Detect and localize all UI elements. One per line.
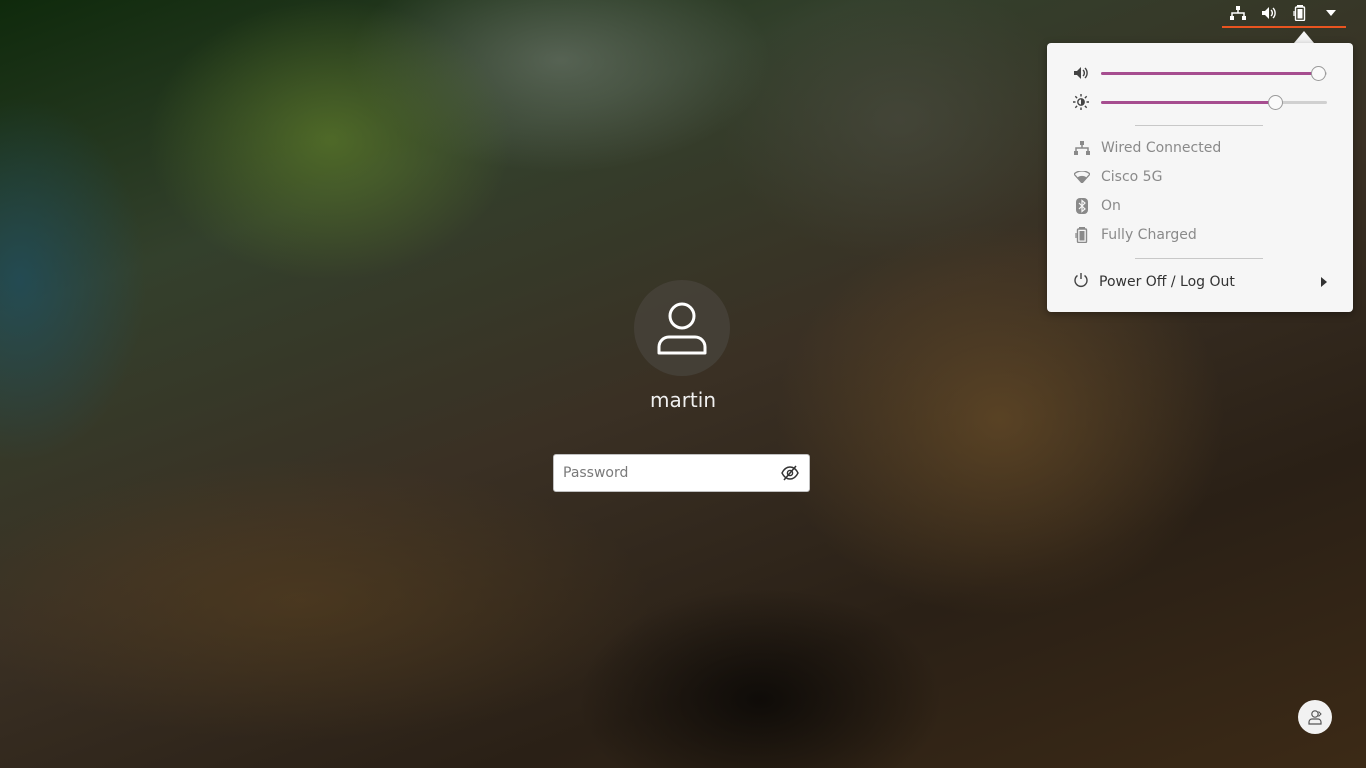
- show-password-icon[interactable]: [781, 465, 799, 481]
- switch-user-button[interactable]: [1298, 700, 1332, 734]
- volume-slider-row: [1073, 63, 1328, 83]
- menu-separator: [1135, 258, 1263, 259]
- password-input[interactable]: [563, 463, 773, 483]
- menu-separator: [1135, 125, 1263, 126]
- brightness-icon: [1073, 94, 1089, 110]
- battery-icon: [1073, 226, 1091, 244]
- brightness-slider-handle[interactable]: [1268, 95, 1284, 110]
- network-status-label: Wired Connected: [1101, 140, 1222, 156]
- power-icon: [1073, 272, 1089, 292]
- bluetooth-icon: [1073, 197, 1091, 215]
- wifi-status-label: Cisco 5G: [1101, 169, 1163, 185]
- brightness-slider-fill: [1101, 101, 1276, 104]
- network-wired-icon: [1073, 139, 1091, 157]
- brightness-slider-row: [1073, 92, 1328, 112]
- popover-arrow: [1294, 31, 1314, 43]
- bluetooth-item[interactable]: On: [1073, 196, 1333, 216]
- network-item[interactable]: Wired Connected: [1073, 138, 1333, 158]
- brightness-slider[interactable]: [1101, 95, 1327, 110]
- dropdown-arrow-icon: [1322, 4, 1340, 22]
- top-bar-indicators[interactable]: [1222, 0, 1346, 28]
- network-wired-icon: [1229, 4, 1247, 22]
- submenu-arrow-icon: [1321, 277, 1327, 287]
- user-icon: [657, 302, 707, 355]
- password-field[interactable]: [553, 454, 810, 492]
- volume-icon: [1260, 4, 1278, 22]
- battery-item[interactable]: Fully Charged: [1073, 225, 1333, 245]
- volume-slider-fill: [1101, 72, 1318, 75]
- volume-icon: [1073, 65, 1089, 81]
- username-label: martin: [649, 388, 717, 412]
- switch-user-icon: [1308, 710, 1322, 725]
- system-menu: Wired Connected Cisco 5G On Fully Charge…: [1047, 43, 1353, 312]
- power-off-log-out-item[interactable]: Power Off / Log Out: [1073, 271, 1327, 293]
- bluetooth-status-label: On: [1101, 198, 1121, 214]
- battery-status-label: Fully Charged: [1101, 227, 1197, 243]
- wifi-item[interactable]: Cisco 5G: [1073, 167, 1333, 187]
- battery-icon: [1291, 4, 1309, 22]
- user-avatar[interactable]: [634, 280, 730, 376]
- power-off-log-out-label: Power Off / Log Out: [1099, 274, 1235, 290]
- volume-slider-handle[interactable]: [1310, 66, 1326, 81]
- volume-slider[interactable]: [1101, 66, 1327, 81]
- wifi-icon: [1073, 168, 1091, 186]
